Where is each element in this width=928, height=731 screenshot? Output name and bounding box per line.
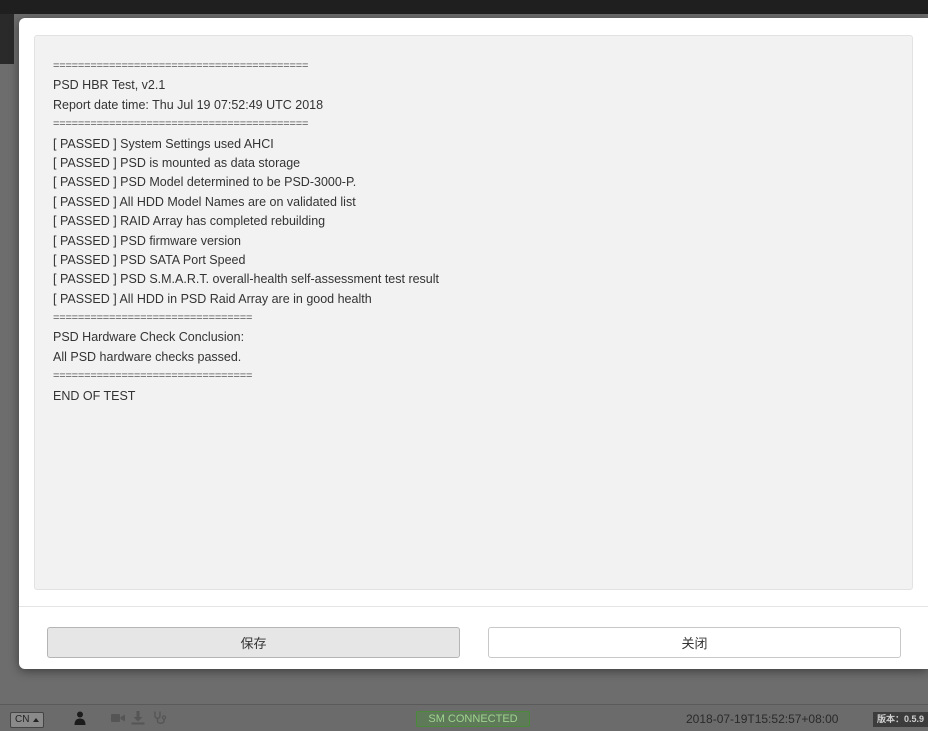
report-result-line: [ PASSED ] PSD firmware version — [53, 233, 242, 248]
backdrop-sidebar-edge — [0, 14, 14, 64]
report-separator: ========================================… — [53, 60, 309, 72]
language-label: CN — [15, 714, 30, 725]
window-titlebar — [0, 0, 928, 14]
connection-status-badge: SM CONNECTED — [416, 711, 530, 727]
report-separator: ========================================… — [53, 118, 309, 131]
version-badge: 版本：0.5.9 — [873, 712, 928, 727]
close-button[interactable]: 关闭 — [488, 627, 901, 658]
report-conclusion: All PSD hardware checks passed. — [53, 349, 242, 364]
report-text-area: ================================ ========… — [34, 35, 913, 590]
report-date: Report date time: Thu Jul 19 07:52:49 UT… — [53, 97, 324, 112]
stethoscope-icon[interactable] — [152, 710, 168, 726]
report-title: PSD HBR Test, v2.1 — [53, 78, 166, 93]
report-result-line: [ PASSED ] System Settings used AHCI — [53, 136, 274, 151]
report-result-line: [ PASSED ] PSD S.M.A.R.T. overall-health… — [53, 272, 440, 287]
report-result-line: [ PASSED ] All HDD Model Names are on va… — [53, 194, 356, 209]
caret-up-icon — [33, 718, 40, 722]
download-icon[interactable] — [130, 710, 146, 726]
report-separator: ================================ — [53, 370, 253, 383]
report-result-line: [ PASSED ] RAID Array has completed rebu… — [53, 214, 326, 229]
user-icon[interactable] — [72, 710, 88, 726]
video-camera-icon[interactable] — [110, 710, 126, 726]
report-result-line: [ PASSED ] All HDD in PSD Raid Array are… — [53, 291, 372, 306]
language-selector[interactable]: CN — [10, 712, 45, 728]
report-result-line: [ PASSED ] PSD is mounted as data storag… — [53, 155, 301, 170]
save-button[interactable]: 保存 — [47, 627, 460, 658]
dialog-footer-divider — [19, 606, 928, 607]
report-end-line: END OF TEST — [53, 388, 136, 403]
report-result-line: [ PASSED ] PSD SATA Port Speed — [53, 252, 246, 267]
status-bar: CN SM CONNECTED 2018-07-19T15:52:57+08:0… — [0, 704, 928, 731]
report-result-line: [ PASSED ] PSD Model determined to be PS… — [53, 175, 357, 190]
report-separator: ================================ — [53, 312, 253, 325]
status-timestamp: 2018-07-19T15:52:57+08:00 — [686, 712, 839, 726]
report-conclusion-heading: PSD Hardware Check Conclusion: — [53, 330, 245, 345]
report-dialog: ================================ ========… — [19, 18, 928, 669]
